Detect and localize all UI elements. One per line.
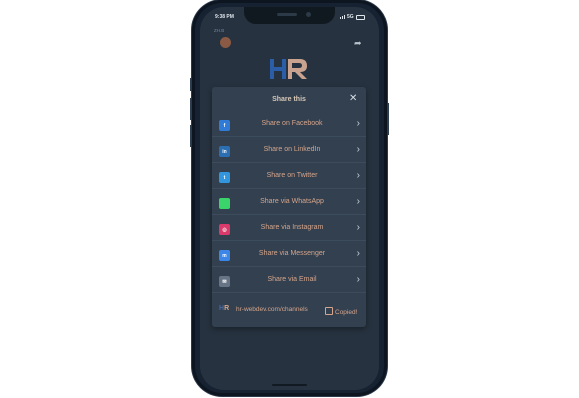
share-instagram-label: Share via Instagram [260,224,324,231]
app-label: ZH.B [214,28,225,33]
power-button [387,103,389,135]
share-facebook-label: Share on Facebook [261,120,323,127]
chevron-right-icon: › [356,118,360,129]
share-icon[interactable]: ➦ [354,38,362,49]
chevron-right-icon: › [356,170,360,181]
notch [244,7,335,24]
speaker [277,13,297,16]
chevron-right-icon: › [356,144,360,155]
whatsapp-icon [219,198,230,209]
close-icon[interactable]: ✕ [349,94,357,104]
share-instagram-row[interactable]: ◎ Share via Instagram › [212,218,366,241]
linkedin-icon: in [219,146,230,157]
hr-logo-small-icon: HR [219,305,230,312]
status-time: 9:38 PM [215,14,234,20]
facebook-icon: f [219,120,230,131]
front-camera [306,12,311,17]
home-indicator [272,384,307,386]
network-label: 5G [347,14,354,20]
share-messenger-label: Share via Messenger [258,250,326,257]
status-indicators: 5G [340,14,365,20]
share-sheet-title: Share this [272,96,306,103]
share-whatsapp-label: Share via WhatsApp [260,198,324,205]
chevron-right-icon: › [356,222,360,233]
share-sheet: Share this ✕ f Share on Facebook › in Sh… [212,87,366,327]
twitter-icon: t [219,172,230,183]
copied-status[interactable]: Copied! [325,306,357,316]
share-link-text: hr-webdev.com/channels [236,306,308,313]
chevron-right-icon: › [356,274,360,285]
messenger-icon: m [219,250,230,261]
share-facebook-row[interactable]: f Share on Facebook › [212,114,366,137]
share-linkedin-row[interactable]: in Share on LinkedIn › [212,140,366,163]
share-email-row[interactable]: ✉ Share via Email › [212,270,366,293]
copied-label: Copied! [335,309,358,316]
share-whatsapp-row[interactable]: Share via WhatsApp › [212,192,366,215]
share-linkedin-label: Share on LinkedIn [263,146,321,153]
chevron-right-icon: › [356,196,360,207]
avatar[interactable] [220,37,231,48]
copy-link-row[interactable]: HR hr-webdev.com/channels Copied! [212,300,366,320]
battery-icon [355,14,365,20]
share-email-label: Share via Email [267,276,317,283]
chevron-right-icon: › [356,248,360,259]
share-twitter-label: Share on Twitter [266,172,318,179]
share-messenger-row[interactable]: m Share via Messenger › [212,244,366,267]
signal-icon [340,15,345,19]
instagram-icon: ◎ [219,224,230,235]
copy-icon [325,307,333,315]
hr-logo [270,59,307,79]
share-twitter-row[interactable]: t Share on Twitter › [212,166,366,189]
email-icon: ✉ [219,276,230,287]
